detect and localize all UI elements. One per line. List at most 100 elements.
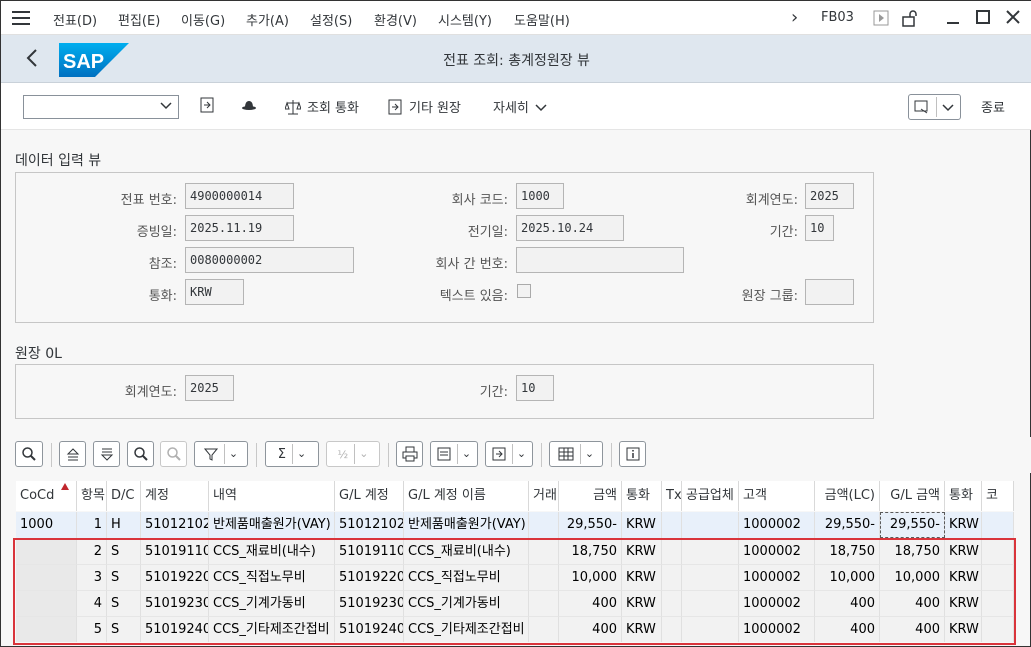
cell-cocd[interactable]: 1000 [16,512,77,538]
cell-vendor[interactable] [682,616,739,642]
filter-button[interactable]: ⌄ [194,441,248,467]
cell-tx[interactable] [662,538,682,564]
minimize-icon[interactable] [945,9,961,29]
menu-extras[interactable]: 추가(A) [246,10,289,29]
sort-asc-button[interactable] [59,441,86,467]
cell-account[interactable]: 51012102 [141,512,209,538]
col-header-trans[interactable]: 거래 [529,481,559,511]
fiscal-year-field[interactable]: 2025 [805,183,854,209]
cell-amount[interactable]: 10,000 [559,564,622,590]
cell-account[interactable]: 51019110 [141,538,209,564]
menu-system[interactable]: 시스템(Y) [438,10,492,29]
cell-desc[interactable]: CCS_직접노무비 [209,564,335,590]
col-header-tx[interactable]: Tx [662,481,682,511]
cell-gl-amount[interactable]: 10,000 [880,564,945,590]
find-button[interactable] [127,441,154,467]
doc-no-field[interactable]: 4900000014 [185,183,294,209]
col-header-currency[interactable]: 통화 [622,481,662,511]
cell-extra[interactable] [982,538,1014,564]
cell-extra[interactable] [982,564,1014,590]
col-header-customer[interactable]: 고객 [739,481,815,511]
cell-customer[interactable]: 1000002 [739,590,815,616]
cell-amount-lc[interactable]: 400 [815,616,880,642]
cell-amount[interactable]: 400 [559,590,622,616]
ledger-period-field[interactable]: 10 [516,375,554,401]
cell-dc[interactable]: H [107,512,141,538]
ledger-fiscal-year-field[interactable]: 2025 [185,375,234,401]
display-doc-button[interactable] [199,97,215,113]
cell-dc[interactable]: S [107,616,141,642]
cell-account[interactable]: 51019230 [141,590,209,616]
cell-gl-account[interactable]: 51019110 [335,538,404,564]
cell-account[interactable]: 51019240 [141,616,209,642]
col-header-dc[interactable]: D/C [107,481,141,511]
menu-document[interactable]: 전표(D) [53,10,97,29]
cell-desc[interactable]: CCS_기계가동비 [209,590,335,616]
cell-item[interactable]: 2 [77,538,107,564]
cell-extra[interactable] [982,590,1014,616]
cell-vendor[interactable] [682,564,739,590]
cell-dc[interactable]: S [107,590,141,616]
col-header-vendor[interactable]: 공급업체 [682,481,739,511]
cell-extra[interactable] [982,512,1014,538]
close-icon[interactable] [1005,9,1021,29]
menu-settings[interactable]: 설정(S) [310,10,352,29]
col-header-currency2[interactable]: 통화 [945,481,982,511]
cell-amount-lc[interactable]: 400 [815,590,880,616]
cell-amount[interactable]: 29,550- [559,512,622,538]
zoom-button[interactable] [15,441,43,467]
menu-help[interactable]: 도움말(H) [514,10,570,29]
hat-button[interactable] [241,97,257,113]
menu-goto[interactable]: 이동(G) [181,10,225,29]
cell-currency[interactable]: KRW [622,590,662,616]
views-button[interactable]: ⌄ [430,441,478,467]
col-header-amount[interactable]: 금액 [559,481,622,511]
col-header-extra[interactable]: 코 [982,481,1014,511]
find-next-button[interactable] [160,441,187,467]
cell-customer[interactable]: 1000002 [739,538,815,564]
cell-amount-lc[interactable]: 18,750 [815,538,880,564]
cell-cocd[interactable] [16,564,77,590]
cell-cocd[interactable] [16,616,77,642]
ledger-group-field[interactable] [805,279,854,305]
cell-trans[interactable] [529,590,559,616]
cell-item[interactable]: 5 [77,616,107,642]
table-row[interactable]: 5 S 51019240 CCS_기타제조간접비 51019240 CCS_기타제조간접비… [16,616,1014,642]
cell-item[interactable]: 1 [77,512,107,538]
subtotal-button[interactable]: ½ ⌄ [326,441,380,467]
info-button[interactable] [619,441,646,467]
cell-cocd[interactable] [16,538,77,564]
cell-item[interactable]: 4 [77,590,107,616]
cell-currency2[interactable]: KRW [945,590,982,616]
cell-customer[interactable]: 1000002 [739,564,815,590]
details-button[interactable]: 자세히 [493,97,547,116]
cell-account[interactable]: 51019220 [141,564,209,590]
cell-customer[interactable]: 1000002 [739,616,815,642]
cell-currency[interactable]: KRW [622,616,662,642]
cell-customer[interactable]: 1000002 [739,512,815,538]
cell-gl-amount[interactable]: 18,750 [880,538,945,564]
cell-amount-lc[interactable]: 10,000 [815,564,880,590]
cell-gl-name[interactable]: 반제품매출원가(VAY) [404,512,529,538]
export-grid-button[interactable]: ⌄ [485,441,533,467]
currency-field[interactable]: KRW [185,279,244,305]
cell-vendor[interactable] [682,538,739,564]
cell-dc[interactable]: S [107,564,141,590]
post-date-field[interactable]: 2025.10.24 [516,215,624,241]
variant-dropdown[interactable] [23,95,179,119]
cell-amount[interactable]: 18,750 [559,538,622,564]
cell-desc[interactable]: 반제품매출원가(VAY) [209,512,335,538]
cell-gl-account[interactable]: 51019240 [335,616,404,642]
cell-gl-name[interactable]: CCS_재료비(내수) [404,538,529,564]
more-chevron-icon[interactable]: › [791,7,798,28]
cell-trans[interactable] [529,616,559,642]
cell-currency[interactable]: KRW [622,538,662,564]
cell-currency[interactable]: KRW [622,564,662,590]
cell-extra[interactable] [982,616,1014,642]
cell-trans[interactable] [529,564,559,590]
cell-tx[interactable] [662,512,682,538]
menu-edit[interactable]: 편집(E) [118,10,160,29]
cell-tx[interactable] [662,564,682,590]
cell-currency2[interactable]: KRW [945,564,982,590]
cell-cocd[interactable] [16,590,77,616]
